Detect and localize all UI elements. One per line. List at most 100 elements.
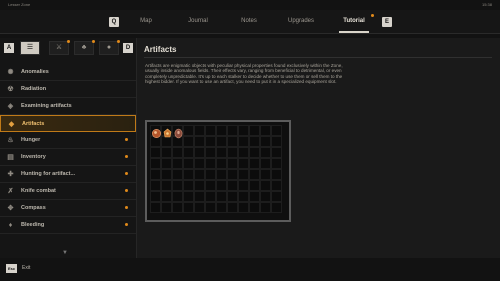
next-filter-key[interactable]: D xyxy=(123,43,133,53)
inventory-cell[interactable] xyxy=(183,202,194,213)
inventory-cell[interactable] xyxy=(150,180,161,191)
inventory-cell[interactable] xyxy=(194,202,205,213)
next-tab-key[interactable]: E xyxy=(382,17,392,27)
inventory-cell[interactable] xyxy=(249,158,260,169)
inventory-cell[interactable] xyxy=(205,158,216,169)
inventory-cell[interactable] xyxy=(150,147,161,158)
inventory-cell[interactable] xyxy=(205,125,216,136)
inventory-cell[interactable] xyxy=(161,202,172,213)
inventory-cell[interactable] xyxy=(271,191,282,202)
inventory-cell[interactable] xyxy=(260,202,271,213)
inventory-cell[interactable] xyxy=(150,202,161,213)
weapon-icon[interactable]: ⚔ xyxy=(49,41,69,55)
inventory-cell[interactable] xyxy=(183,147,194,158)
list-item-knife-combat[interactable]: ✗ Knife combat xyxy=(0,183,136,200)
inventory-cell[interactable] xyxy=(238,169,249,180)
tab-upgrades[interactable]: Upgrades xyxy=(288,18,314,24)
list-item-artifacts[interactable]: ◆ Artifacts xyxy=(0,115,136,132)
inventory-cell[interactable] xyxy=(260,147,271,158)
artifact-3-icon[interactable] xyxy=(173,126,184,139)
inventory-cell[interactable] xyxy=(271,169,282,180)
inventory-cell[interactable] xyxy=(271,136,282,147)
scroll-down-icon[interactable]: ▼ xyxy=(62,250,68,256)
inventory-cell[interactable] xyxy=(205,147,216,158)
inventory-cell[interactable] xyxy=(227,191,238,202)
inventory-cell[interactable] xyxy=(161,147,172,158)
grenade-icon[interactable]: ● xyxy=(99,41,119,55)
inventory-cell[interactable] xyxy=(194,136,205,147)
inventory-cell[interactable] xyxy=(216,180,227,191)
inventory-cell[interactable] xyxy=(183,125,194,136)
inventory-cell[interactable] xyxy=(216,125,227,136)
inventory-cell[interactable] xyxy=(172,147,183,158)
inventory-cell[interactable] xyxy=(227,202,238,213)
list-item-compass[interactable]: ✥ Compass xyxy=(0,200,136,217)
inventory-cell[interactable] xyxy=(249,202,260,213)
inventory-cell[interactable] xyxy=(238,136,249,147)
inventory-cell[interactable] xyxy=(150,191,161,202)
nature-icon[interactable]: ♣ xyxy=(74,41,94,55)
inventory-cell[interactable] xyxy=(183,136,194,147)
prev-tab-key[interactable]: Q xyxy=(109,17,119,27)
inventory-cell[interactable] xyxy=(150,158,161,169)
artifact-2-icon[interactable] xyxy=(162,126,173,138)
inventory-cell[interactable] xyxy=(249,147,260,158)
inventory-cell[interactable] xyxy=(194,191,205,202)
inventory-cell[interactable] xyxy=(260,125,271,136)
artifact-1-icon[interactable] xyxy=(151,126,162,138)
inventory-cell[interactable] xyxy=(227,147,238,158)
list-item-radiation[interactable]: ☢ Radiation xyxy=(0,81,136,98)
inventory-cell[interactable] xyxy=(183,180,194,191)
list-item-anomalies[interactable]: ✺ Anomalies xyxy=(0,64,136,81)
tab-notes[interactable]: Notes xyxy=(241,18,257,24)
inventory-cell[interactable] xyxy=(161,169,172,180)
inventory-cell[interactable] xyxy=(216,169,227,180)
list-item-hunting-for-artifacts[interactable]: ✚ Hunting for artifact... xyxy=(0,166,136,183)
inventory-cell[interactable] xyxy=(238,191,249,202)
inventory-cell[interactable] xyxy=(260,169,271,180)
list-icon[interactable]: ☰ xyxy=(20,41,40,55)
inventory-cell[interactable] xyxy=(249,191,260,202)
inventory-cell[interactable] xyxy=(260,191,271,202)
inventory-cell[interactable] xyxy=(205,202,216,213)
inventory-cell[interactable] xyxy=(161,180,172,191)
inventory-cell[interactable] xyxy=(172,180,183,191)
inventory-cell[interactable] xyxy=(260,158,271,169)
inventory-cell[interactable] xyxy=(260,180,271,191)
inventory-cell[interactable] xyxy=(238,180,249,191)
inventory-cell[interactable] xyxy=(194,180,205,191)
list-item-examining-artifacts[interactable]: ◈ Examining artifacts xyxy=(0,98,136,115)
inventory-cell[interactable] xyxy=(238,147,249,158)
inventory-cell[interactable] xyxy=(205,191,216,202)
inventory-cell[interactable] xyxy=(216,147,227,158)
inventory-cell[interactable] xyxy=(260,136,271,147)
inventory-cell[interactable] xyxy=(194,147,205,158)
list-item-inventory[interactable]: ▤ Inventory xyxy=(0,149,136,166)
inventory-cell[interactable] xyxy=(227,158,238,169)
inventory-cell[interactable] xyxy=(205,180,216,191)
inventory-cell[interactable] xyxy=(238,202,249,213)
inventory-cell[interactable] xyxy=(216,136,227,147)
inventory-cell[interactable] xyxy=(183,158,194,169)
tab-tutorial[interactable]: Tutorial xyxy=(343,18,365,24)
inventory-cell[interactable] xyxy=(161,191,172,202)
inventory-cell[interactable] xyxy=(249,180,260,191)
inventory-cell[interactable] xyxy=(205,169,216,180)
inventory-cell[interactable] xyxy=(150,169,161,180)
inventory-cell[interactable] xyxy=(271,125,282,136)
inventory-cell[interactable] xyxy=(271,202,282,213)
inventory-cell[interactable] xyxy=(271,147,282,158)
inventory-cell[interactable] xyxy=(249,125,260,136)
inventory-cell[interactable] xyxy=(249,136,260,147)
inventory-cell[interactable] xyxy=(172,191,183,202)
inventory-cell[interactable] xyxy=(227,169,238,180)
inventory-cell[interactable] xyxy=(183,191,194,202)
inventory-cell[interactable] xyxy=(238,125,249,136)
inventory-cell[interactable] xyxy=(216,158,227,169)
inventory-cell[interactable] xyxy=(172,158,183,169)
prev-filter-key[interactable]: A xyxy=(4,43,14,53)
list-item-hunger[interactable]: ♨ Hunger xyxy=(0,132,136,149)
inventory-cell[interactable] xyxy=(172,202,183,213)
inventory-cell[interactable] xyxy=(227,136,238,147)
exit-label[interactable]: Exit xyxy=(22,265,30,271)
